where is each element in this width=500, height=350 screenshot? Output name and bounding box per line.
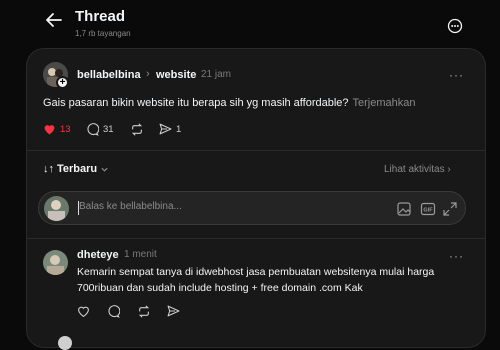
chevron-down-icon	[101, 167, 108, 172]
comment-icon	[108, 305, 120, 318]
comment-like-button[interactable]	[77, 305, 90, 317]
send-icon	[159, 123, 172, 135]
comment-share-button[interactable]	[167, 305, 180, 317]
image-icon[interactable]	[396, 201, 412, 217]
post-body: Gais pasaran bikin website itu berapa si…	[43, 97, 349, 109]
comment-username[interactable]: dheteye	[77, 249, 119, 261]
svg-text:GIF: GIF	[423, 208, 433, 214]
comment-icon	[87, 123, 99, 136]
more-options-icon[interactable]	[447, 18, 463, 34]
chevron-right-icon: ›	[146, 68, 150, 80]
heart-icon	[44, 125, 55, 135]
gif-icon[interactable]: GIF	[420, 201, 436, 217]
repost-icon	[138, 305, 150, 318]
sort-arrows-icon: ↓↑	[43, 163, 54, 175]
post-more-icon[interactable]: ···	[449, 68, 464, 82]
sort-dropdown[interactable]: ↓↑ Terbaru	[43, 163, 109, 175]
comment-more-icon[interactable]: ···	[449, 249, 464, 263]
like-button[interactable]: 13	[43, 123, 71, 135]
header: Thread 1,7 rb tayangan	[0, 0, 500, 48]
comment-repost-button[interactable]	[137, 305, 151, 318]
reply-box[interactable]: GIF	[38, 191, 466, 225]
view-activity-link[interactable]: Lihat aktivitas ›	[384, 164, 451, 175]
avatar-image	[44, 196, 69, 221]
comment-text: Kemarin sempat tanya di idwebhost jasa p…	[77, 266, 435, 294]
sort-label: Terbaru	[57, 163, 98, 175]
send-icon	[167, 305, 180, 317]
post-username[interactable]: bellabelbina	[77, 69, 141, 81]
comment-author-avatar[interactable]	[43, 250, 68, 275]
my-avatar	[44, 196, 69, 221]
divider	[27, 150, 485, 151]
repost-button[interactable]	[130, 123, 144, 136]
page-title: Thread	[75, 8, 126, 25]
expand-icon[interactable]	[442, 201, 458, 217]
back-arrow-icon[interactable]	[44, 10, 64, 30]
comment-button[interactable]: 31	[86, 123, 114, 136]
post-text: Gais pasaran bikin website itu berapa si…	[43, 97, 416, 109]
view-activity-label: Lihat aktivitas	[384, 164, 445, 175]
comment-reply-button[interactable]	[107, 305, 120, 318]
reply-input[interactable]	[79, 201, 279, 212]
heart-outline-icon	[78, 306, 89, 317]
repost-icon	[131, 123, 143, 136]
view-count: 1,7 rb tayangan	[75, 29, 131, 38]
post-topic[interactable]: website	[156, 69, 196, 81]
divider	[27, 238, 485, 239]
translate-link[interactable]: Terjemahkan	[353, 97, 416, 109]
share-count: 1	[176, 123, 182, 135]
like-count: 13	[60, 123, 71, 135]
next-comment-avatar	[58, 336, 72, 350]
follow-plus-icon[interactable]: +	[56, 76, 69, 89]
comment-count: 31	[103, 124, 114, 135]
share-button[interactable]: 1	[159, 123, 181, 135]
comment-time: 1 menit	[124, 249, 157, 260]
avatar-image	[43, 250, 68, 275]
post-time: 21 jam	[201, 69, 232, 80]
